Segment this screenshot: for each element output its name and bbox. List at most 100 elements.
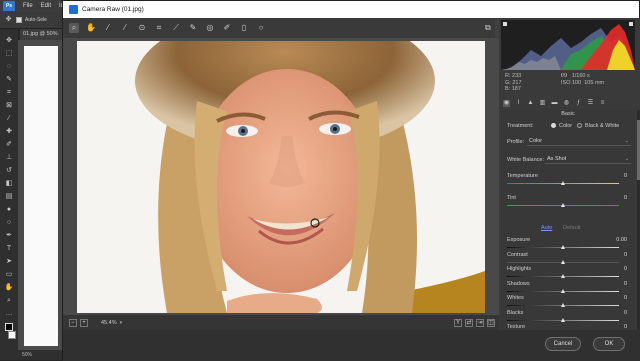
targeted-adjustment-icon[interactable]: ⊙ [137,23,147,33]
chevron-down-icon: ⌄ [624,156,629,162]
calibration-icon[interactable]: ☰ [587,100,594,107]
copy-settings-icon[interactable]: ⇥ [476,318,484,327]
radial-filter-icon[interactable]: ○ [256,23,266,33]
presets-icon[interactable]: ≡ [599,100,606,107]
slider-knob-2[interactable] [560,245,565,249]
adjustment-brush-icon[interactable]: ✐ [222,23,232,33]
document-image [24,46,58,346]
history-brush-icon[interactable]: ↺ [5,167,14,175]
slider-knob-0[interactable] [560,181,565,185]
slider-value-2[interactable]: 0.00 [616,237,627,243]
slider-track-6[interactable] [507,303,619,307]
type-icon[interactable]: T [5,245,14,253]
quick-select-icon[interactable]: ✎ [5,76,14,84]
slider-value-3[interactable]: 0 [624,252,627,258]
slider-track-3[interactable] [507,260,619,264]
hsl-icon[interactable]: ▥ [539,100,546,107]
eraser-icon[interactable]: ◧ [5,180,14,188]
zoom-dropdown-icon[interactable]: ▾ [120,320,123,326]
slider-label-3: Contrast [507,252,528,258]
slider-track-0[interactable] [507,181,619,185]
treatment-color-radio[interactable] [551,123,556,128]
zoom-tool-icon[interactable]: ⌕ [5,297,14,305]
slider-knob-5[interactable] [560,289,565,293]
auto-select-checkbox[interactable] [16,17,22,23]
zoom-out-button[interactable]: − [69,318,77,327]
hand-icon[interactable]: ✋ [86,23,96,33]
slider-knob-6[interactable] [560,303,565,307]
rectangle-icon[interactable]: ▭ [5,271,14,279]
background-color-swatch[interactable] [7,331,16,339]
profile-dropdown[interactable]: Color ⌄ [527,138,631,146]
slider-knob-1[interactable] [560,203,565,207]
hand-tool-icon[interactable]: ✋ [5,284,14,292]
move-icon[interactable]: ✥ [5,37,14,45]
slider-knob-7[interactable] [560,318,565,322]
slider-track-5[interactable] [507,289,619,293]
healing-icon[interactable]: ✚ [5,128,14,136]
basic-icon[interactable]: ◉ [503,100,510,107]
lasso-icon[interactable]: ◌ [5,63,14,71]
slider-knob-3[interactable] [560,260,565,264]
move-tool-icon[interactable]: ✥ [4,16,13,24]
slider-value-4[interactable]: 0 [624,266,627,272]
slider-value-1[interactable]: 0 [624,195,627,201]
white-balance-dropdown[interactable]: As Shot ⌄ [545,156,631,164]
straighten-icon[interactable]: ⟋ [171,23,181,33]
color-sampler-icon[interactable]: ⁄ [120,23,130,33]
slider-label-0: Temperature [507,173,538,179]
zoom-in-button[interactable]: + [80,318,88,327]
swap-icon[interactable]: ⇄ [465,318,473,327]
more-icon[interactable]: … [5,310,14,318]
graduated-filter-icon[interactable]: ▯ [239,23,249,33]
brush-icon[interactable]: ✐ [5,141,14,149]
crop-tool-icon[interactable]: ⌗ [5,89,14,97]
white-balance-icon[interactable]: ⁄ [103,23,113,33]
frame-icon[interactable]: ⊠ [5,102,14,110]
treatment-color-label: Color [559,123,573,129]
document-tab[interactable]: 01.jpg @ 50% [20,29,62,40]
auto-button[interactable]: Auto [541,225,552,231]
gradient-icon[interactable]: ▤ [5,193,14,201]
pen-icon[interactable]: ✒ [5,232,14,240]
eyedropper-icon[interactable]: ⁄ [5,115,14,123]
default-button[interactable]: Default [563,225,580,231]
slider-knob-4[interactable] [560,274,565,278]
lens-icon[interactable]: ◍ [563,100,570,107]
fullscreen-icon[interactable]: ⧉ [485,23,495,33]
slider-track-4[interactable] [507,274,619,278]
dodge-icon[interactable]: ○ [5,219,14,227]
slider-value-6[interactable]: 0 [624,295,627,301]
treatment-bw-radio[interactable] [577,123,582,128]
slider-value-7[interactable]: 0 [624,310,627,316]
split-toning-icon[interactable]: ▬ [551,100,558,107]
slider-value-5[interactable]: 0 [624,281,627,287]
slider-track-2[interactable] [507,245,619,249]
tone-curve-icon[interactable]: ⌇ [515,100,522,107]
toggle-default-icon[interactable]: ◫ [487,318,495,327]
zoom-icon[interactable]: ⌕ [69,23,79,33]
path-select-icon[interactable]: ➤ [5,258,14,266]
stamp-icon[interactable]: ⊥ [5,154,14,162]
cancel-button[interactable]: Cancel [545,337,581,351]
camera-raw-toolbar: ⌕ ✋ ⁄ ⁄ ⊙ ⌗ ⟋ ✎ ◎ ✐ ▯ ○ [63,18,495,38]
spot-removal-icon[interactable]: ✎ [188,23,198,33]
preview-photo[interactable] [77,41,485,313]
slider-value-0[interactable]: 0 [624,173,627,179]
slider-track-1[interactable] [507,203,619,207]
slider-track-7[interactable] [507,318,619,322]
menu-file[interactable]: File [23,3,33,9]
slider-label-4: Highlights [507,266,532,272]
crop-icon[interactable]: ⌗ [154,23,164,33]
marquee-icon[interactable]: ⬚ [5,50,14,58]
treatment-label: Treatment: [507,123,534,129]
ok-button[interactable]: OK [593,337,625,351]
zoom-level[interactable]: 45.4% [101,320,117,326]
menu-edit[interactable]: Edit [41,3,51,9]
effects-icon[interactable]: ƒ [575,100,582,107]
red-eye-icon[interactable]: ◎ [205,23,215,33]
blur-icon[interactable]: ● [5,206,14,214]
before-after-y-button[interactable]: Y [454,318,462,327]
foreground-color-swatch[interactable] [5,323,13,331]
detail-icon[interactable]: ▲ [527,100,534,107]
